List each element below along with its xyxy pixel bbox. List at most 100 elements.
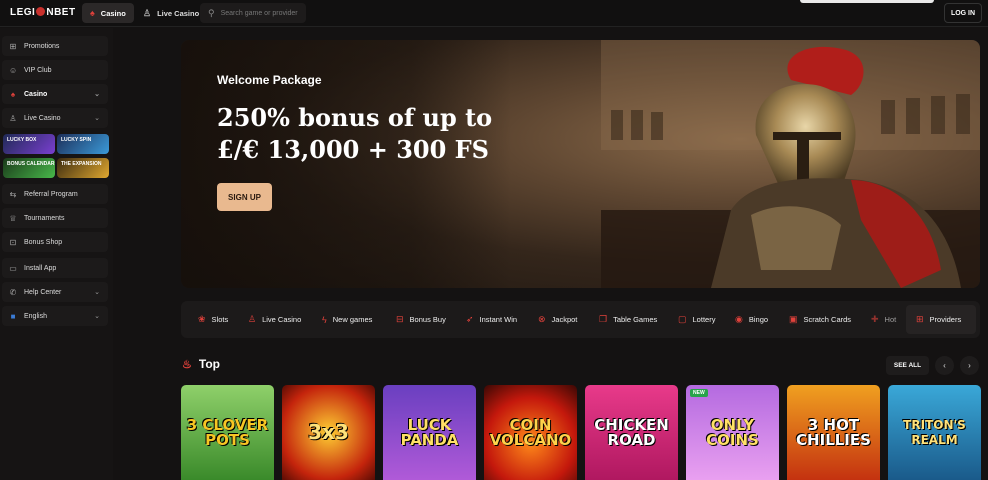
category-hot[interactable]: ✚ Hot: [871, 301, 896, 338]
gift-icon: ⊞: [9, 41, 17, 51]
chevron-left-icon: ‹: [943, 361, 946, 370]
category-label: Bonus Buy: [409, 315, 446, 324]
sidebar-item-label: English: [24, 312, 47, 320]
sidebar-item-help-center[interactable]: ✆ Help Center ⌄: [2, 282, 108, 302]
category-new-games[interactable]: ϟ New games: [322, 301, 372, 338]
sidebar-item-bonus-shop[interactable]: ⊡ Bonus Shop: [2, 232, 108, 252]
search-input[interactable]: ⚲ Search game or provider: [200, 3, 306, 23]
category-bonus-buy[interactable]: ⊟ Bonus Buy: [396, 301, 446, 338]
promo-tile-label: THE EXPANSION: [61, 161, 102, 167]
sidebar-item-label: Casino: [24, 90, 48, 98]
game-tile[interactable]: 3 CLOVER POTS: [181, 385, 274, 480]
promo-tile-lucky-box[interactable]: LUCKY BOX: [3, 134, 55, 154]
category-scratch-cards[interactable]: ▣ Scratch Cards: [789, 301, 851, 338]
sidebar-item-label: Live Casino: [24, 114, 61, 122]
promo-tile-bonus-calendar[interactable]: BONUS CALENDAR: [3, 158, 55, 178]
login-button[interactable]: LOG IN: [944, 3, 982, 23]
logo-text-end: NBET: [46, 7, 76, 18]
section-title: ♨ Top: [182, 357, 220, 371]
chevron-down-icon: ⌄: [94, 289, 100, 296]
category-table-games[interactable]: ❐ Table Games: [599, 301, 657, 338]
next-button[interactable]: ›: [960, 356, 979, 375]
dealer-icon: ♙: [248, 314, 257, 324]
promo-tile-label: LUCKY BOX: [7, 137, 37, 143]
category-label: Instant Win: [479, 315, 518, 324]
sidebar-item-language[interactable]: ■ English ⌄: [2, 306, 108, 326]
category-bingo[interactable]: ◉ Bingo: [735, 301, 768, 338]
see-all-button[interactable]: SEE ALL: [886, 356, 929, 375]
game-title: CHICKEN ROAD: [594, 415, 669, 449]
nav-casino[interactable]: ♠ Casino: [82, 3, 134, 23]
sidebar-item-label: Referral Program: [24, 190, 78, 198]
category-label: Hot: [884, 315, 897, 324]
category-jackpot[interactable]: ⊗ Jackpot: [538, 301, 577, 338]
scratch-icon: ▣: [789, 314, 798, 324]
category-label: New games: [332, 315, 373, 324]
category-slots[interactable]: ❀ Slots: [198, 301, 228, 338]
hero-headline: 250% bonus of up to £/€ 13,000 + 300 FS: [217, 103, 493, 164]
ticket-icon: ▢: [678, 314, 687, 324]
promo-tile-lucky-spin[interactable]: LUCKY SPIN: [57, 134, 109, 154]
category-instant-win[interactable]: ➶ Instant Win: [466, 301, 517, 338]
new-badge: NEW: [690, 389, 708, 397]
nav-casino-label: Casino: [100, 8, 126, 18]
sidebar-item-tournaments[interactable]: ♕ Tournaments: [2, 208, 108, 228]
sidebar-item-live-casino[interactable]: ♙ Live Casino ⌄: [2, 108, 108, 128]
sidebar-item-casino[interactable]: ♠ Casino ⌄: [2, 84, 108, 104]
game-tile[interactable]: NEW ONLY COINS: [686, 385, 779, 480]
game-tile[interactable]: CHICKEN ROAD: [585, 385, 678, 480]
hero-welcome: Welcome Package: [217, 73, 322, 87]
category-label: Live Casino: [262, 315, 302, 324]
search-placeholder: Search game or provider: [220, 9, 298, 17]
nav-live-casino-label: Live Casino: [157, 8, 200, 18]
dealer-icon: ♙: [143, 7, 152, 18]
referral-icon: ⇆: [9, 189, 17, 199]
promo-tile-label: BONUS CALENDAR: [7, 161, 55, 167]
game-tile[interactable]: 3x3: [282, 385, 375, 480]
trophy-icon: ♕: [9, 213, 17, 223]
nav-live-casino[interactable]: ♙ Live Casino: [135, 3, 207, 23]
spade-icon: ♠: [10, 89, 16, 99]
logo-text-start: LEGI: [10, 7, 36, 18]
sidebar: ⊞ Promotions ☺ VIP Club ♠ Casino ⌄ ♙ Liv…: [0, 28, 113, 480]
game-tile[interactable]: LUCK PANDA: [383, 385, 476, 480]
sign-up-button[interactable]: SIGN UP: [217, 183, 272, 211]
sidebar-item-referral-program[interactable]: ⇆ Referral Program: [2, 184, 108, 204]
fire-icon: ♨: [182, 358, 192, 371]
warrior-illustration: [601, 40, 980, 288]
category-live-casino[interactable]: ♙ Live Casino: [248, 301, 301, 338]
hot-icon: ✚: [871, 314, 879, 324]
providers-label: Providers: [929, 315, 962, 324]
rocket-icon: ➶: [466, 314, 474, 324]
game-tile[interactable]: COIN VOLCANO: [484, 385, 577, 480]
game-title: ONLY COINS: [706, 415, 759, 449]
sidebar-item-label: VIP Club: [24, 66, 52, 74]
game-title: COIN VOLCANO: [489, 415, 572, 449]
game-title: 3 HOT CHILLIES: [796, 415, 871, 449]
providers-button[interactable]: ⊞ Providers: [906, 305, 976, 334]
category-label: Table Games: [613, 315, 658, 324]
category-label: Jackpot: [551, 315, 578, 324]
chevron-down-icon: ⌄: [94, 115, 100, 122]
prev-button[interactable]: ‹: [935, 356, 954, 375]
cart-icon: ⊡: [9, 237, 17, 247]
sidebar-item-install-app[interactable]: ▭ Install App: [2, 258, 108, 278]
logo[interactable]: LEGI NBET: [10, 7, 76, 18]
top-bar: LEGI NBET ♠ Casino ♙ Live Casino ⚲ Search…: [0, 0, 988, 27]
user-icon: ☺: [9, 65, 18, 75]
top-right-strip: [800, 0, 934, 3]
category-label: Lottery: [692, 315, 716, 324]
download-icon: ▭: [9, 263, 17, 273]
game-tile[interactable]: 3 HOT CHILLIES: [787, 385, 880, 480]
sidebar-item-label: Bonus Shop: [24, 238, 63, 246]
sidebar-item-label: Tournaments: [24, 214, 65, 222]
category-lottery[interactable]: ▢ Lottery: [678, 301, 715, 338]
game-tile[interactable]: TRITON'S REALM: [888, 385, 981, 480]
sidebar-item-vip-club[interactable]: ☺ VIP Club: [2, 60, 108, 80]
dealer-icon: ♙: [9, 113, 17, 123]
sidebar-item-promotions[interactable]: ⊞ Promotions: [2, 36, 108, 56]
promo-tile-the-expansion[interactable]: THE EXPANSION: [57, 158, 109, 178]
section-title-text: Top: [198, 357, 220, 371]
game-title: TRITON'S REALM: [903, 417, 966, 447]
logo-o-icon: [36, 7, 46, 16]
